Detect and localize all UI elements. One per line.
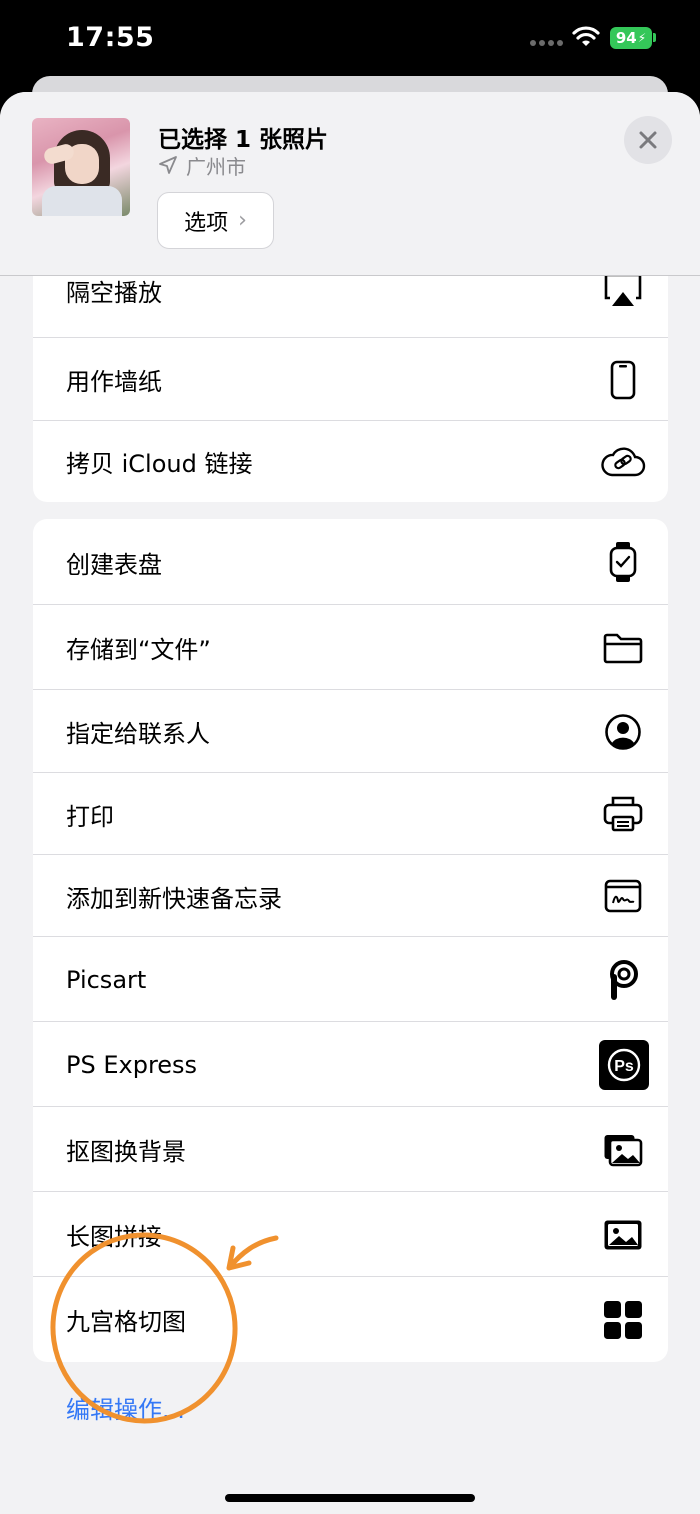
- action-cutout-background[interactable]: 抠图换背景: [33, 1107, 668, 1192]
- wifi-icon: [572, 26, 600, 46]
- svg-text:Ps: Ps: [614, 1058, 634, 1075]
- action-icloud-link[interactable]: 拷贝 iCloud 链接: [33, 421, 668, 502]
- action-label: 九宫格切图: [66, 1308, 186, 1336]
- action-label: 添加到新快速备忘录: [66, 884, 282, 913]
- home-indicator: [225, 1494, 475, 1502]
- selection-title: 已选择 1 张照片: [158, 127, 329, 153]
- action-print[interactable]: 打印: [33, 773, 668, 855]
- status-time: 17:55: [66, 22, 155, 53]
- action-label: 长图拼接: [66, 1223, 162, 1251]
- action-label: PS Express: [66, 1050, 198, 1079]
- action-nine-grid-cut[interactable]: 九宫格切图: [33, 1277, 668, 1362]
- actions-group-1: 隔空播放 用作墙纸 拷贝 iCloud 链接: [33, 242, 668, 502]
- location-arrow-icon: [159, 156, 177, 174]
- action-label: Picsart: [66, 965, 147, 994]
- battery-icon: 94 ⚡: [610, 27, 652, 49]
- options-button[interactable]: 选项 ›: [157, 192, 274, 249]
- ps-express-icon: Ps: [597, 1038, 651, 1092]
- action-label: 拷贝 iCloud 链接: [66, 450, 253, 478]
- image-icon: [596, 1208, 650, 1262]
- options-label: 选项: [184, 210, 229, 236]
- action-label: 隔空播放: [66, 278, 162, 307]
- share-sheet-header: 已选择 1 张照片 广州市 选项 ›: [0, 92, 700, 276]
- photos-stack-icon: [596, 1123, 650, 1177]
- watch-icon: [596, 535, 650, 589]
- picsart-icon: [596, 953, 650, 1007]
- edit-actions-link[interactable]: 编辑操作...: [66, 1390, 185, 1425]
- action-label: 创建表盘: [66, 550, 162, 579]
- location-row: 广州市: [158, 152, 246, 179]
- action-label: 存储到“文件”: [66, 636, 211, 664]
- contact-icon: [596, 705, 650, 759]
- cellular-signal-icon: [530, 40, 563, 46]
- icloud-link-icon: [596, 435, 650, 489]
- action-label: 打印: [66, 802, 114, 831]
- action-ps-express[interactable]: PS Express Ps: [33, 1022, 668, 1107]
- status-bar: 17:55 94 ⚡: [0, 0, 700, 76]
- battery-level: 94: [615, 29, 637, 47]
- action-label: 抠图换背景: [66, 1138, 186, 1166]
- grid-icon: [596, 1293, 650, 1347]
- action-wallpaper[interactable]: 用作墙纸: [33, 338, 668, 421]
- battery-tip: [653, 33, 656, 42]
- iphone-icon: [596, 353, 650, 407]
- actions-group-2: 创建表盘 存储到“文件” 指定给联系人 打印 添加到新快速备忘录 Picsart…: [33, 519, 668, 1362]
- action-label: 用作墙纸: [66, 368, 162, 396]
- chevron-right-icon: ›: [238, 208, 247, 233]
- close-button[interactable]: [624, 116, 672, 164]
- close-icon: [639, 131, 657, 149]
- photo-thumbnail: [32, 118, 130, 216]
- printer-icon: [596, 787, 650, 841]
- action-create-watch-face[interactable]: 创建表盘: [33, 519, 668, 605]
- quick-note-icon: [596, 869, 650, 923]
- action-long-image-stitch[interactable]: 长图拼接: [33, 1192, 668, 1277]
- action-quick-note[interactable]: 添加到新快速备忘录: [33, 855, 668, 937]
- action-assign-to-contact[interactable]: 指定给联系人: [33, 690, 668, 773]
- action-label: 指定给联系人: [66, 720, 210, 748]
- action-save-to-files[interactable]: 存储到“文件”: [33, 605, 668, 690]
- folder-icon: [596, 621, 650, 675]
- action-picsart[interactable]: Picsart: [33, 937, 668, 1022]
- share-sheet: 已选择 1 张照片 广州市 选项 › 隔空播放 用作墙纸 拷贝 iCloud 链…: [0, 92, 700, 1514]
- location-label: 广州市: [186, 154, 246, 179]
